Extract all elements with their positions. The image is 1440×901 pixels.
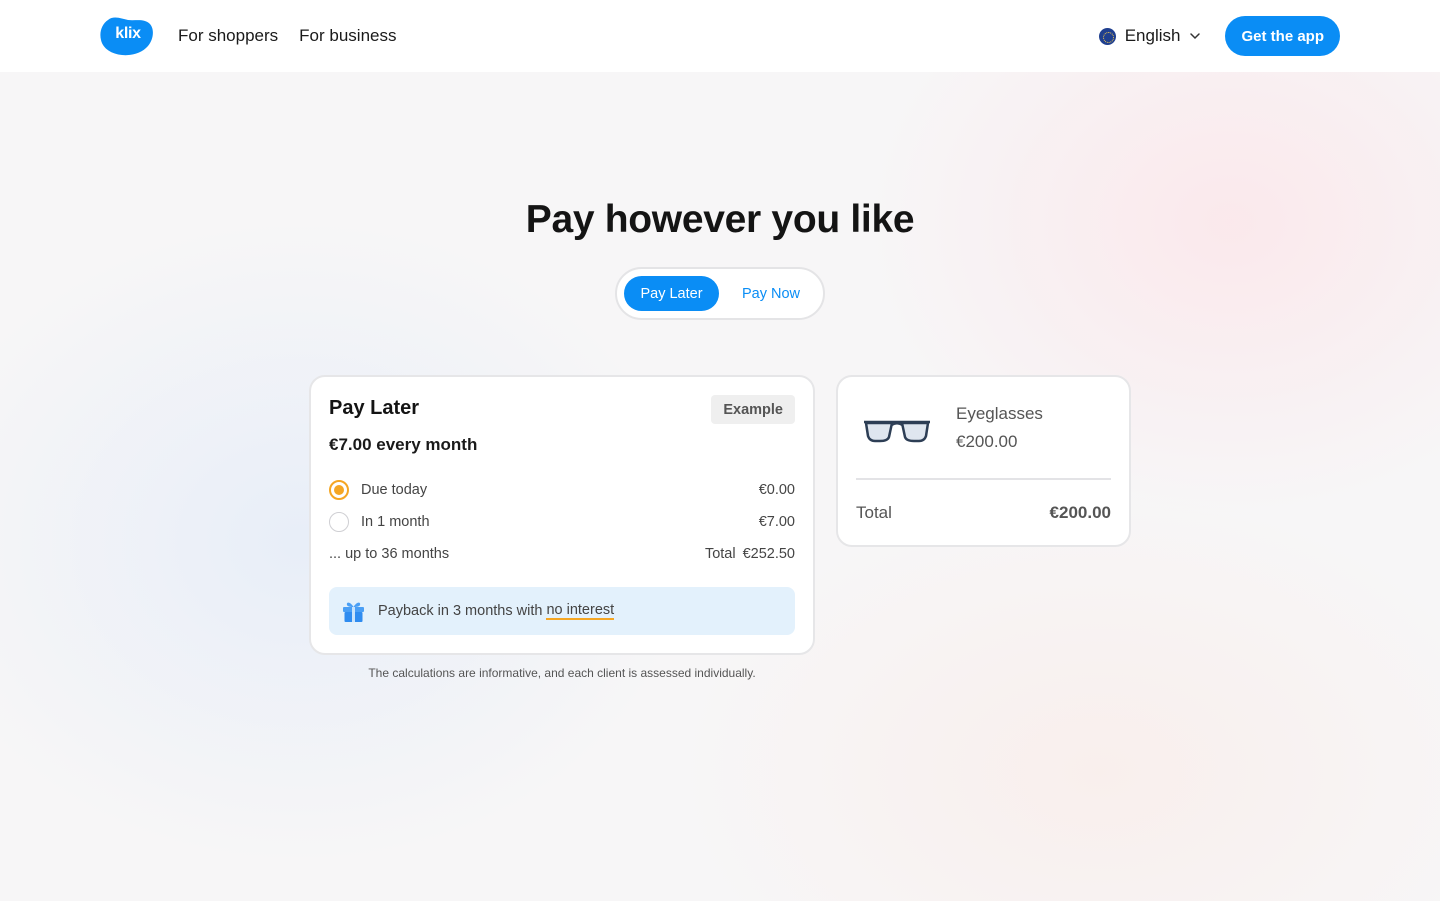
site-header: klix For shoppers For business English G… [0,0,1440,72]
cart-total-value: €200.00 [1049,503,1111,522]
klix-logo[interactable]: klix [100,16,154,56]
disclaimer-text: The calculations are informative, and ea… [368,666,756,680]
total-value: €252.50 [742,546,795,562]
tab-pay-later[interactable]: Pay Later [624,276,719,311]
schedule-label: In 1 month [361,514,430,530]
cart-total-row: Total €200.00 [856,503,1111,523]
total-label: Total [704,546,736,562]
nav-for-business[interactable]: For business [299,26,396,46]
radio-selected[interactable] [329,480,349,500]
promo-banner: Payback in 3 months with no interest [329,587,795,635]
cart-total-label: Total [856,503,892,522]
chevron-down-icon [1190,33,1201,40]
gift-icon [343,602,364,622]
schedule-label: Due today [361,482,428,498]
eyeglasses-icon [864,420,930,443]
example-badge: Example [711,395,795,424]
language-label: English [1124,26,1181,45]
page-title: Pay however you like [525,198,915,241]
monthly-amount: €7.00 every month [329,435,478,454]
cart-card: Eyeglasses €200.00 Total €200.00 [836,375,1131,547]
plan-title: Pay Later [329,397,420,419]
nav-for-shoppers[interactable]: For shoppers [178,26,278,46]
schedule-amount: €0.00 [758,482,795,498]
pay-later-card: Pay Later Example €7.00 every month Due … [309,375,815,655]
tab-pay-now[interactable]: Pay Now [719,276,823,311]
cart-divider [856,478,1111,480]
logo-text: klix [115,25,141,42]
promo-text: Payback in 3 months with [378,603,543,619]
plan-total: Total €252.50 [705,546,795,562]
upto-label: ... up to 36 months [329,546,450,562]
schedule-row-1-month[interactable]: In 1 month €7.00 [329,512,795,532]
schedule-row-due-today[interactable]: Due today €0.00 [329,480,795,500]
product-price: €200.00 [956,432,1018,451]
product-name: Eyeglasses [956,404,1043,423]
globe-icon [1098,27,1116,45]
radio-unselected[interactable] [329,512,349,532]
promo-highlight: no interest [546,602,615,620]
payment-type-toggle: Pay Later Pay Now [615,267,825,320]
schedule-summary-row: ... up to 36 months Total €252.50 [329,544,795,564]
language-selector[interactable]: English [1098,26,1202,46]
schedule-amount: €7.00 [758,514,795,530]
get-app-button[interactable]: Get the app [1225,16,1340,56]
